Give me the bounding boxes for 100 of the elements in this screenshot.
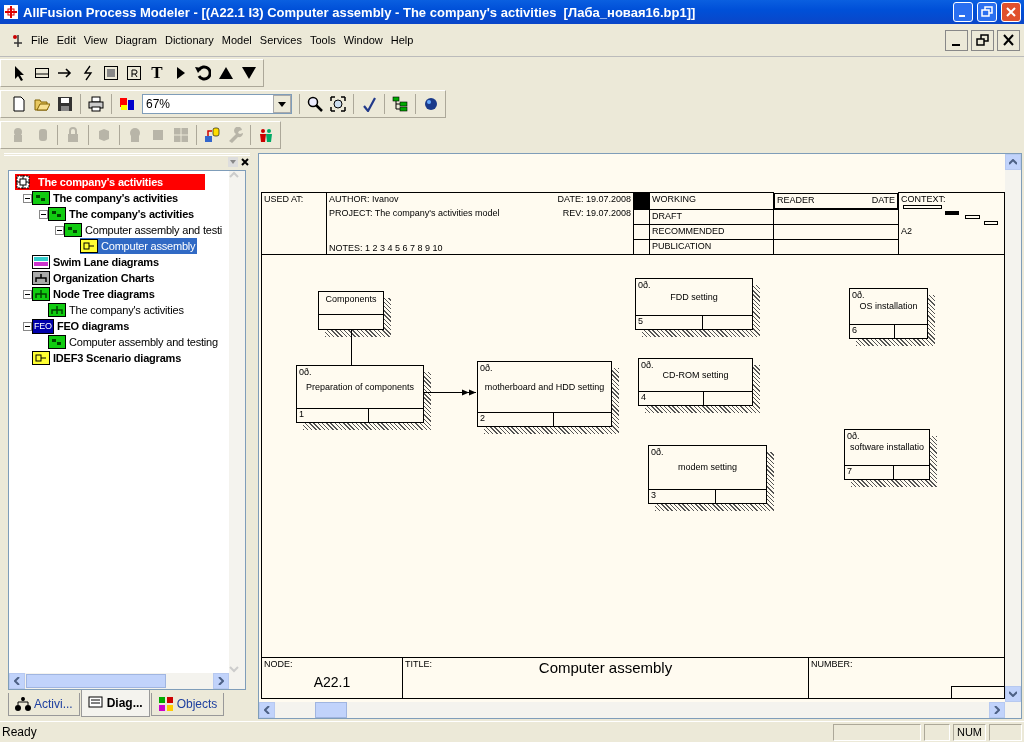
- form-label: CONTEXT:: [901, 194, 946, 204]
- status-label: PUBLICATION: [652, 240, 712, 251]
- printer-icon[interactable]: [88, 96, 104, 112]
- tree-item[interactable]: The company's activities: [48, 206, 196, 222]
- scroll-up-icon[interactable]: [1009, 159, 1017, 165]
- horizontal-scrollbar[interactable]: [259, 702, 1021, 718]
- box-number: 5: [636, 315, 703, 329]
- text-tool-icon[interactable]: T: [149, 63, 165, 83]
- menu-item[interactable]: Help: [387, 32, 417, 48]
- rotate-icon[interactable]: [195, 65, 211, 81]
- form-label: NODE:: [264, 659, 293, 669]
- scrollbar-thumb[interactable]: [26, 674, 166, 688]
- transfer-icon[interactable]: [204, 127, 220, 143]
- idef3-diagram-icon: [32, 350, 50, 366]
- menu-item[interactable]: Edit: [53, 32, 79, 48]
- scroll-right-icon[interactable]: [218, 677, 224, 685]
- scroll-left-icon[interactable]: [264, 706, 270, 714]
- expander-icon[interactable]: [23, 193, 32, 203]
- tree-item[interactable]: Organization Charts: [32, 270, 157, 286]
- zoom-icon[interactable]: [307, 96, 323, 112]
- box-tool-icon[interactable]: [34, 65, 50, 81]
- referent-box-icon[interactable]: [126, 65, 142, 81]
- menu-item[interactable]: Model: [218, 32, 255, 48]
- box-label: software installatio: [849, 442, 924, 452]
- tree-item[interactable]: The company's activities: [48, 302, 186, 318]
- expander-icon[interactable]: [23, 321, 32, 331]
- color-icon[interactable]: [119, 96, 135, 112]
- arrow: [423, 389, 477, 395]
- node-number: A22.1: [312, 674, 352, 690]
- dropdown-arrow-icon[interactable]: [278, 101, 286, 107]
- open-folder-icon[interactable]: [34, 96, 50, 112]
- triangle-up-icon[interactable]: [218, 65, 234, 81]
- spellcheck-icon[interactable]: [361, 96, 377, 112]
- swim-lane-icon: [32, 254, 50, 270]
- menu-item[interactable]: Services: [256, 32, 305, 48]
- context-node-label: A2: [901, 226, 912, 236]
- status-panel: [923, 723, 950, 741]
- form-label: USED AT:: [264, 194, 304, 204]
- objects-tab-icon: [157, 696, 174, 712]
- scroll-left-icon[interactable]: [14, 677, 20, 685]
- cost-label: 0ð.: [651, 446, 664, 457]
- tree-item[interactable]: The company's activities: [32, 190, 180, 206]
- status-label: WORKING: [652, 194, 696, 204]
- form-label: READER: [777, 194, 815, 207]
- menu-item[interactable]: Window: [340, 32, 386, 48]
- notes-text: NOTES: 1 2 3 4 5 6 7 8 9 10: [329, 242, 443, 253]
- tree-item[interactable]: The company's activities: [15, 174, 205, 190]
- form-label: NUMBER:: [811, 659, 853, 669]
- node-tree-icon: [48, 302, 66, 318]
- box-number: 7: [845, 465, 895, 479]
- horizontal-scrollbar[interactable]: [9, 673, 245, 689]
- box-label: motherboard and HDD setting: [484, 381, 605, 392]
- cost-label: 0ð.: [299, 366, 312, 377]
- scrollbar-thumb[interactable]: [315, 702, 347, 718]
- save-icon[interactable]: [57, 96, 73, 112]
- idef0-diagram-icon: [48, 334, 66, 350]
- menu-item[interactable]: View: [80, 32, 111, 48]
- status-panel: [989, 723, 1022, 741]
- triangle-down-icon[interactable]: [241, 65, 257, 81]
- status-label: RECOMMENDED: [652, 225, 725, 236]
- zoom-fit-icon[interactable]: [330, 96, 346, 112]
- vertical-scrollbar[interactable]: [1005, 154, 1021, 702]
- new-file-icon[interactable]: [11, 96, 27, 112]
- org-chart-icon: [32, 270, 50, 286]
- menu-item[interactable]: Diagram: [112, 32, 160, 48]
- feo-diagram-icon: FEO: [32, 318, 54, 334]
- tree-item[interactable]: Computer assembly: [80, 238, 198, 254]
- tree-view-icon[interactable]: [392, 96, 408, 112]
- diagrams-tab-icon: [87, 695, 104, 711]
- idef0-diagram-icon: [32, 190, 50, 206]
- menu-item[interactable]: Tools: [307, 32, 339, 48]
- box-number: 2: [478, 412, 555, 426]
- idef0-diagram-icon: [48, 206, 66, 222]
- scroll-down-icon[interactable]: [1009, 691, 1017, 697]
- box-number: 6: [850, 324, 896, 338]
- form-label: TITLE:: [405, 659, 432, 669]
- tab[interactable]: Diag...: [80, 690, 150, 717]
- tree-item[interactable]: Swim Lane diagrams: [32, 254, 161, 270]
- menu-item[interactable]: File: [28, 32, 52, 48]
- menu-item[interactable]: Dictionary: [161, 32, 217, 48]
- tree-item[interactable]: Computer assembly and testing: [48, 334, 220, 350]
- scroll-right-icon[interactable]: [994, 706, 1000, 714]
- close-icon[interactable]: [240, 157, 250, 167]
- tree-item[interactable]: Computer assembly and testi: [64, 222, 225, 238]
- connector-line: [351, 329, 352, 365]
- tree-item[interactable]: FEO FEO diagrams: [32, 318, 132, 334]
- tab[interactable]: Activi...: [8, 693, 80, 716]
- people-icon[interactable]: [258, 127, 274, 143]
- globe-icon[interactable]: [423, 96, 439, 112]
- tree-item[interactable]: IDEF3 Scenario diagrams: [32, 350, 184, 366]
- author-text: AUTHOR: Ivanov: [329, 194, 399, 204]
- tab[interactable]: Objects: [150, 693, 225, 716]
- referent-icon[interactable]: [103, 65, 119, 81]
- tree-item[interactable]: Node Tree diagrams: [32, 286, 157, 302]
- expander-icon[interactable]: [39, 209, 48, 219]
- status-label: DRAFT: [652, 210, 682, 221]
- expander-icon[interactable]: [55, 225, 64, 235]
- expander-icon[interactable]: [23, 289, 32, 299]
- zoom-dropdown[interactable]: 67%: [142, 94, 292, 114]
- model-icon: [15, 174, 31, 190]
